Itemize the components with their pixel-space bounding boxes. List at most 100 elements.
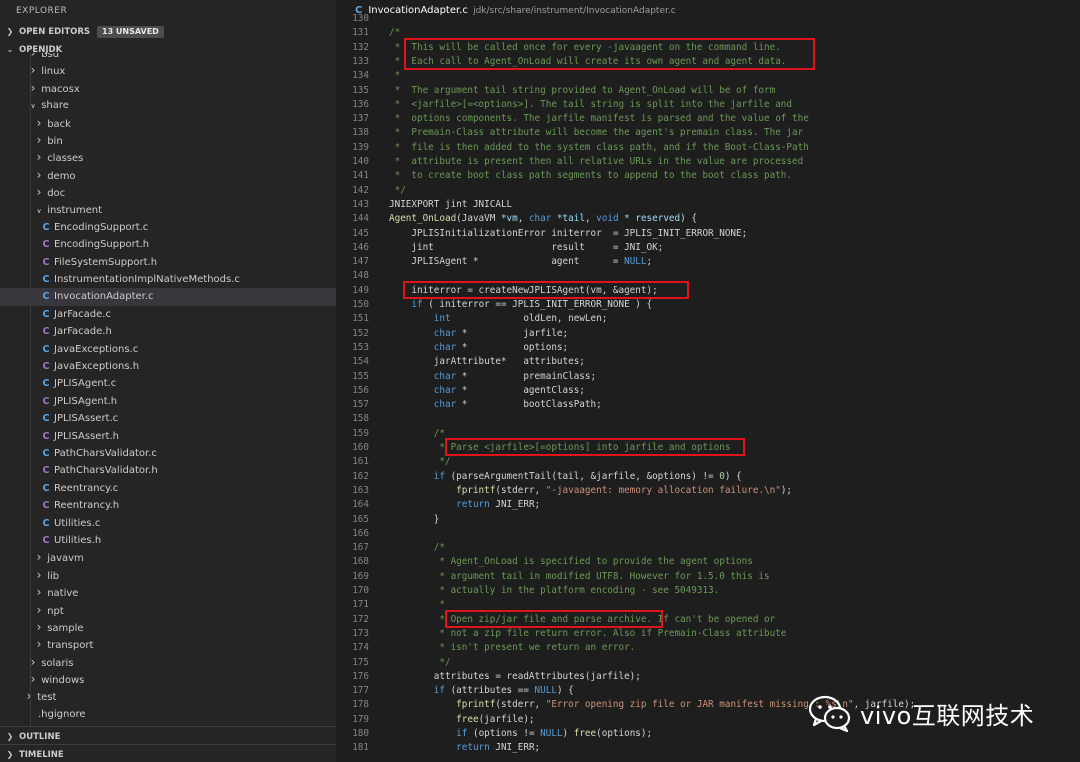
tree-folder[interactable]: › doc [0,184,336,201]
tree-item-label: InvocationAdapter.c [54,291,154,303]
tab-filename: InvocationAdapter.c [368,5,468,16]
tree-folder[interactable]: › demo [0,167,336,184]
chevron-right-icon: › [36,585,42,600]
line-content: * Open zip/jar file and parse archive. I… [389,613,776,625]
tree-file[interactable]: C JarFacade.h [0,323,336,340]
code-area[interactable]: 130 131 /* 132 * This will be called once f… [337,13,1080,762]
indent-guide [30,53,31,726]
tree-item-label: solaris [41,657,74,669]
tree-item-label: InstrumentationImplNativeMethods.c [54,274,240,286]
line-content: * Parse <jarfile>[=options] into jarfile… [389,442,731,453]
line-number: 162 [352,470,369,482]
tree-file[interactable]: C Utilities.h [0,532,336,549]
tree-file[interactable]: C InstrumentationImplNativeMethods.c [0,271,336,288]
tree-file[interactable]: C InvocationAdapter.c [0,288,336,306]
outline-section[interactable]: ❯ OUTLINE [0,726,336,744]
tree-file[interactable]: C EncodingSupport.h [0,236,336,253]
tree-folder[interactable]: › windows [0,671,336,688]
tree-file[interactable]: C JavaExceptions.h [0,358,336,375]
timeline-section[interactable]: ❯ TIMELINE [0,744,336,762]
tree-file[interactable]: C JPLISAssert.h [0,428,336,445]
tree-file[interactable]: C JPLISAssert.c [0,410,336,427]
tree-file[interactable]: C Reentrancy.h [0,497,336,514]
tree-file[interactable]: C JPLISAgent.c [0,375,336,392]
tree-file[interactable]: C PathCharsValidator.c [0,445,336,462]
watermark: vivo互联网技术 [808,690,1034,736]
tree-item-label: npt [47,605,64,617]
line-number: 148 [352,270,369,282]
line-content: /* [389,27,401,39]
line-number: 130 [352,13,369,24]
line-content: * file is then added to the system class… [389,141,809,153]
tree-folder[interactable]: › back [0,115,336,132]
line-number: 145 [352,227,369,239]
tree-item-label: lib [47,570,60,582]
timeline-label: TIMELINE [18,750,64,760]
c-file-icon: C [42,517,50,529]
line-number: 134 [352,70,369,82]
tree-folder[interactable]: › npt [0,602,336,619]
line-content: JNIEXPORT jint JNICALL [389,198,513,210]
tree-item-label: back [47,118,71,130]
line-content: char * bootClassPath; [433,399,602,411]
tree-folder[interactable]: › bsd [0,53,336,62]
open-editors-label: OPEN EDITORS [18,27,91,37]
line-number: 140 [352,156,369,167]
tree-folder[interactable]: › test [0,688,336,705]
line-number: 138 [352,127,369,139]
line-content: * Each call to Agent_OnLoad will create … [389,55,787,67]
open-editors-section[interactable]: ❯ OPEN EDITORS 13 UNSAVED [0,22,336,42]
tree-item-label: .hgignore [38,708,86,720]
chevron-right-icon: › [36,619,42,634]
tree-file[interactable]: C PathCharsValidator.h [0,462,336,479]
line-content: if (attributes == NULL) { [433,685,574,697]
tree-item-label: JarFacade.c [54,308,111,320]
line-content: fprintf(stderr, "-javaagent: memory allo… [456,484,793,496]
line-content: * The argument tail string provided to A… [389,84,776,96]
tree-folder[interactable]: › classes [0,149,336,166]
tree-item-label: Utilities.h [54,534,102,546]
tree-folder[interactable]: › solaris [0,654,336,671]
line-content: */ [389,656,451,668]
tree-folder[interactable]: › bin [0,132,336,149]
c-file-icon: C [42,221,50,233]
tree-folder[interactable]: › javavm [0,549,336,566]
tree-folder[interactable]: › native [0,584,336,601]
tree-item-label: JPLISAgent.h [54,395,118,407]
line-content: * [389,70,401,82]
tree-folder[interactable]: › transport [0,636,336,653]
line-number: 156 [352,384,369,396]
tree-folder[interactable]: › sample [0,619,336,636]
tree-folder[interactable]: › macosx [0,80,336,97]
code-editor[interactable]: C InvocationAdapter.c jdk/src/share/instr… [337,0,1080,762]
line-content: * Agent_OnLoad is specified to provide t… [389,556,753,568]
tree-file[interactable]: C JPLISAgent.h [0,393,336,410]
line-content: * attribute is present then all relative… [389,156,804,167]
tree-file[interactable]: .hgignore [0,706,336,723]
tree-file[interactable]: C Reentrancy.c [0,480,336,497]
tree-folder[interactable]: ∨ instrument [0,202,336,219]
tree-file[interactable]: C JavaExceptions.c [0,341,336,358]
tree-file[interactable]: C FileSystemSupport.h [0,254,336,271]
line-number: 166 [352,527,369,539]
line-content: /* [433,427,445,439]
line-content: * Premain-Class attribute will become th… [389,127,804,139]
line-number: 160 [352,442,369,453]
tree-file[interactable]: C EncodingSupport.c [0,219,336,236]
tree-file[interactable]: C JarFacade.c [0,306,336,323]
chevron-down-icon: ∨ [36,206,42,215]
tree-folder[interactable]: › linux [0,62,336,79]
tree-file[interactable]: C Utilities.c [0,515,336,532]
editor-tab[interactable]: C InvocationAdapter.c jdk/src/share/instr… [337,0,1080,22]
wechat-icon [808,695,851,732]
line-number: 141 [352,170,369,182]
tree-folder[interactable]: ∨ share [0,97,336,114]
line-content: return JNI_ERR; [456,499,541,511]
tree-folder[interactable]: › lib [0,567,336,584]
line-number: 153 [352,341,369,353]
line-number: 157 [352,399,369,411]
line-number: 143 [352,198,369,210]
line-number: 168 [352,556,369,568]
h-file-icon: C [42,500,50,512]
chevron-right-icon: › [36,132,42,147]
